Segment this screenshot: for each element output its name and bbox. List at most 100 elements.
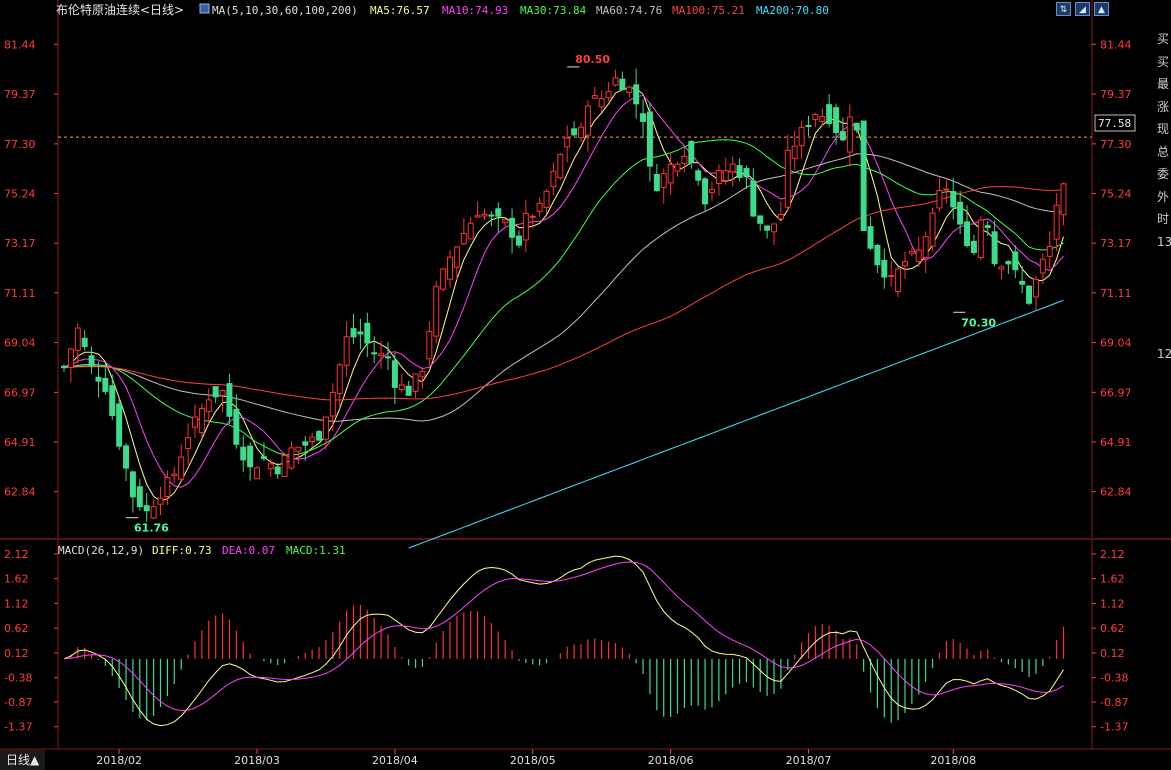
- resize-button[interactable]: ◢: [1075, 2, 1090, 16]
- candle-body: [426, 330, 433, 360]
- candle: [1046, 231, 1053, 269]
- ma5-value: MA5:76.57: [370, 4, 430, 17]
- candle: [447, 250, 454, 288]
- candle-body: [343, 336, 350, 366]
- candle-body: [998, 266, 1005, 270]
- y-tick-label-right: 79.37: [1100, 88, 1132, 101]
- candle: [578, 123, 584, 142]
- quote-side-panel: 买买最涨现总委外时 13 12: [1157, 28, 1171, 366]
- side-panel-char: 买: [1157, 32, 1170, 46]
- y-tick-label-right: 64.91: [1100, 436, 1132, 449]
- candle-body: [646, 111, 653, 167]
- candle-body: [460, 232, 467, 245]
- candle-body: [522, 212, 529, 241]
- ma-line-ma30: [63, 139, 1064, 456]
- candle: [750, 168, 757, 218]
- y-tick-label-right: 62.84: [1100, 486, 1132, 499]
- candlestick-series[interactable]: [61, 68, 1067, 522]
- candle-body: [805, 124, 812, 127]
- candle: [557, 153, 564, 181]
- candle: [488, 211, 495, 227]
- candle: [991, 220, 998, 267]
- period-tab-daily[interactable]: 日线▲: [0, 750, 46, 770]
- candle-body: [598, 98, 605, 108]
- candle-body: [453, 246, 460, 268]
- candle: [405, 380, 412, 396]
- candle-body: [1039, 258, 1046, 274]
- candle: [157, 486, 164, 516]
- candle-body: [715, 169, 722, 184]
- candle-body: [550, 170, 557, 188]
- ma-spec: MA(5,10,30,60,100,200): [212, 4, 358, 17]
- candle-body: [67, 348, 74, 368]
- macd-y-tick-label-left: 0.62: [4, 622, 29, 635]
- candle-body: [164, 477, 171, 497]
- candle-body: [633, 84, 640, 105]
- candle-body: [578, 126, 584, 139]
- side-panel-char: [1157, 321, 1171, 344]
- candle-body: [722, 170, 729, 182]
- candle-body: [123, 445, 130, 469]
- candle-body: [1032, 278, 1039, 298]
- candle-body: [812, 113, 819, 120]
- candle-body: [977, 219, 984, 259]
- candle: [254, 466, 260, 480]
- candle-body: [846, 116, 853, 153]
- annotation-label: 70.30: [961, 316, 996, 329]
- candle-body: [81, 337, 88, 347]
- toggle-layout-button[interactable]: ⇅: [1056, 2, 1071, 16]
- candle-body: [205, 399, 212, 413]
- y-tick-label-left: 81.44: [4, 38, 36, 51]
- candle: [543, 189, 550, 214]
- x-tick-label: 2018/08: [930, 754, 976, 767]
- candle: [736, 158, 743, 182]
- candle-body: [612, 77, 619, 86]
- candle: [929, 207, 936, 252]
- chart-canvas[interactable]: 81.44 81.44 79.37 79.37 77.30 77.30 75.24 75.24…: [0, 0, 1171, 770]
- candle: [123, 443, 130, 482]
- ma60-value: MA60:74.76: [596, 4, 662, 17]
- candle-body: [267, 463, 274, 470]
- candle: [412, 373, 419, 398]
- collapse-button[interactable]: ▲: [1094, 2, 1109, 16]
- candle-body: [1046, 245, 1053, 257]
- candle-body: [405, 385, 412, 396]
- ma-settings-icon[interactable]: [199, 3, 210, 14]
- candle-body: [129, 471, 136, 498]
- candle: [598, 90, 605, 113]
- candle-body: [640, 113, 647, 122]
- side-panel-char: [1157, 276, 1171, 299]
- candle-body: [350, 328, 357, 338]
- candle-body: [743, 168, 750, 178]
- candle: [660, 168, 667, 204]
- candle: [612, 69, 619, 87]
- candle: [805, 115, 812, 137]
- candle-body: [860, 120, 867, 232]
- macd-y-tick-label-left: -1.37: [4, 721, 32, 734]
- candle-body: [791, 145, 798, 159]
- candle-body: [178, 456, 185, 480]
- side-panel-char: [1157, 253, 1171, 276]
- candle-body: [695, 170, 702, 181]
- candle-body: [254, 467, 260, 480]
- candle-body: [536, 202, 543, 212]
- candle: [633, 68, 640, 119]
- ma-line-ma10: [63, 94, 1064, 488]
- candle-body: [571, 128, 578, 136]
- side-panel-char: [1157, 298, 1171, 321]
- candle: [474, 201, 481, 218]
- candle: [970, 235, 977, 256]
- candle-body: [116, 403, 123, 447]
- candle: [316, 430, 323, 442]
- y-tick-label-left: 79.37: [4, 88, 36, 101]
- y-tick-label-left: 69.04: [4, 337, 36, 350]
- macd-y-tick-label-right: 0.12: [1100, 647, 1125, 660]
- candle: [178, 444, 185, 482]
- candle-body: [495, 208, 502, 217]
- x-tick-label: 2018/05: [510, 754, 556, 767]
- candle: [640, 99, 647, 139]
- macd-dea-line: [63, 561, 1064, 712]
- candle: [295, 446, 302, 464]
- candle-body: [750, 180, 757, 217]
- y-tick-label-left: 62.84: [4, 486, 36, 499]
